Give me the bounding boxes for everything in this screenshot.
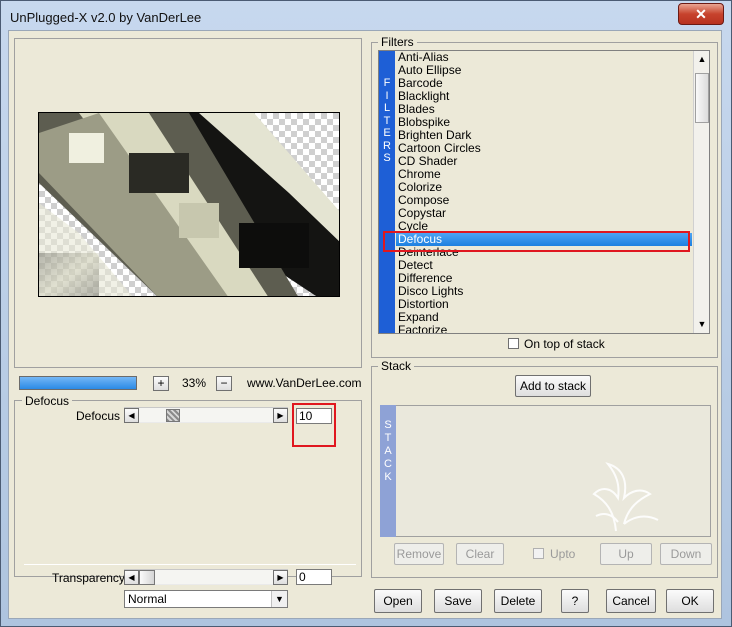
stack-sidebar-bar: STACK bbox=[380, 405, 396, 537]
upto-label: Upto bbox=[550, 547, 576, 561]
blend-mode-select[interactable]: Normal ▼ bbox=[124, 590, 288, 608]
on-top-label: On top of stack bbox=[524, 337, 605, 351]
stack-list[interactable] bbox=[380, 405, 711, 537]
filter-item[interactable]: Distortion bbox=[396, 298, 692, 311]
zoom-out-button[interactable]: − bbox=[216, 376, 232, 391]
delete-button[interactable]: Delete bbox=[494, 589, 542, 613]
add-to-stack-button[interactable]: Add to stack bbox=[515, 375, 591, 397]
transparency-label: Transparency bbox=[52, 571, 125, 585]
help-button[interactable]: ? bbox=[561, 589, 589, 613]
filters-sidebar-letter: F bbox=[383, 77, 391, 89]
cancel-button[interactable]: Cancel bbox=[606, 589, 656, 613]
open-button[interactable]: Open bbox=[374, 589, 422, 613]
clear-button[interactable]: Clear bbox=[456, 543, 504, 565]
render-progress-bar bbox=[19, 376, 137, 390]
filters-list[interactable]: Anti-Alias Auto Ellipse Barcode Blacklight B… bbox=[396, 51, 692, 333]
up-button[interactable]: Up bbox=[600, 543, 652, 565]
filters-scrollbar[interactable]: ▲ ▼ bbox=[693, 51, 709, 333]
defocus-slider-right-button[interactable]: ▶ bbox=[273, 408, 288, 423]
filters-group-label: Filters bbox=[378, 35, 417, 49]
stack-sidebar-letter: A bbox=[384, 445, 392, 457]
filters-sidebar-letter: S bbox=[383, 152, 391, 164]
defocus-slider-thumb[interactable] bbox=[166, 409, 180, 422]
blend-mode-value: Normal bbox=[128, 592, 167, 606]
filters-sidebar-letter: I bbox=[385, 89, 389, 102]
stack-sidebar-letter: S bbox=[384, 419, 392, 431]
stack-sidebar-letter: K bbox=[384, 471, 392, 483]
remove-button[interactable]: Remove bbox=[394, 543, 444, 565]
filters-sidebar-letter: R bbox=[383, 139, 391, 152]
defocus-highlight-box bbox=[292, 403, 336, 447]
stack-sidebar-letter: T bbox=[384, 432, 392, 444]
website-link[interactable]: www.VanDerLee.com bbox=[247, 376, 362, 390]
upto-checkbox[interactable] bbox=[533, 548, 544, 559]
transparency-slider-left-button[interactable]: ◀ bbox=[124, 570, 139, 585]
on-top-checkbox[interactable] bbox=[508, 338, 519, 349]
parameters-group-label: Defocus bbox=[22, 394, 73, 408]
down-button[interactable]: Down bbox=[660, 543, 712, 565]
defocus-slider-left-button[interactable]: ◀ bbox=[124, 408, 139, 423]
preview-image bbox=[38, 112, 340, 297]
chevron-down-icon[interactable]: ▼ bbox=[271, 591, 287, 607]
scroll-thumb[interactable] bbox=[695, 73, 709, 123]
save-button[interactable]: Save bbox=[434, 589, 482, 613]
filter-item[interactable]: Blacklight bbox=[396, 90, 692, 103]
params-divider bbox=[24, 564, 356, 565]
window-title: UnPlugged-X v2.0 by VanDerLee bbox=[10, 10, 202, 25]
ok-button[interactable]: OK bbox=[666, 589, 714, 613]
filters-sidebar-letter: E bbox=[383, 127, 391, 139]
defocus-slider[interactable] bbox=[124, 407, 288, 423]
zoom-in-button[interactable]: + bbox=[153, 376, 169, 391]
defocus-label: Defocus bbox=[76, 409, 121, 423]
watermark-flower-icon bbox=[592, 462, 659, 532]
scroll-down-icon[interactable]: ▼ bbox=[694, 316, 710, 332]
stack-group-label: Stack bbox=[378, 359, 415, 373]
selection-highlight-box bbox=[383, 231, 690, 252]
zoom-level: 33% bbox=[182, 376, 207, 390]
filters-sidebar-letter: T bbox=[383, 114, 391, 127]
transparency-slider-right-button[interactable]: ▶ bbox=[273, 570, 288, 585]
filters-sidebar-bar: FILTERS bbox=[379, 51, 395, 333]
stack-sidebar-letter: C bbox=[384, 458, 392, 470]
transparency-value-input[interactable]: 0 bbox=[296, 569, 332, 585]
filter-item[interactable]: Factorize bbox=[396, 324, 692, 334]
filters-sidebar-letter: L bbox=[383, 102, 391, 114]
scroll-up-icon[interactable]: ▲ bbox=[694, 51, 710, 67]
close-button[interactable]: ✕ bbox=[678, 3, 724, 25]
transparency-slider-thumb[interactable] bbox=[139, 570, 155, 585]
filter-item[interactable]: Copystar bbox=[396, 207, 692, 220]
